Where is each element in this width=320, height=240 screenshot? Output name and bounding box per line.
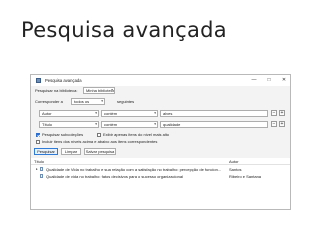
remove-condition-button[interactable]: −	[271, 121, 277, 127]
search-in-label: Pesquisar na biblioteca:	[35, 88, 78, 93]
condition-operator-select[interactable]: contém ▾	[101, 121, 158, 128]
match-label: Corresponder a	[35, 99, 63, 104]
top-level-only-checkbox[interactable]	[97, 133, 101, 137]
condition-field-value: Título	[42, 122, 53, 127]
condition-field-select[interactable]: Título ▾	[39, 121, 99, 128]
add-condition-button[interactable]: +	[279, 110, 285, 116]
row-author: Santos	[229, 167, 242, 172]
condition-operator-value: contém	[104, 122, 118, 127]
match-select-value: todos os	[74, 99, 90, 104]
condition-field-select[interactable]: Autor ▾	[39, 110, 99, 117]
column-author[interactable]: Autor	[229, 159, 239, 164]
condition-operator-select[interactable]: contém ▾	[101, 110, 158, 117]
row-author: Ribeiro e Santana	[229, 174, 262, 179]
title-bar: Pesquisa avançada — □ ✕	[31, 75, 290, 86]
chevron-down-icon: ▾	[154, 122, 156, 126]
chevron-down-icon: ▾	[111, 88, 113, 92]
chevron-down-icon: ▾	[101, 99, 103, 103]
column-title[interactable]: Título	[34, 159, 44, 164]
match-suffix-label: seguintes	[117, 99, 135, 104]
window-controls: — □ ✕	[251, 76, 287, 85]
search-subcollections-checkbox[interactable]	[36, 133, 40, 137]
search-button[interactable]: Pesquisar	[34, 148, 58, 155]
add-condition-button[interactable]: +	[279, 121, 285, 127]
results-header: Título Autor	[31, 158, 290, 165]
search-subcollections-label: Pesquisar subcoleções	[42, 132, 84, 137]
app-icon	[36, 78, 41, 83]
window-title: Pesquisa avançada	[45, 78, 82, 83]
table-row[interactable]: ▸ Qualidade de Vida no trabalho e sua re…	[31, 166, 290, 172]
table-row[interactable]: Qualidade de vida no trabalho: fatos dec…	[31, 173, 290, 179]
slide-title: Pesquisa avançada	[21, 18, 227, 42]
condition-value-input[interactable]: qualidade	[160, 121, 268, 128]
triangle-right-icon[interactable]: ▸	[36, 167, 38, 171]
document-icon	[40, 174, 43, 178]
clear-button[interactable]: Limpar	[61, 148, 81, 155]
save-search-button[interactable]: Salvar pesquisa	[84, 148, 116, 155]
include-parent-child-checkbox[interactable]	[36, 140, 40, 144]
close-button[interactable]: ✕	[281, 76, 287, 85]
document-icon	[40, 167, 43, 171]
search-criteria-panel: Pesquisar na biblioteca: Minha bibliotec…	[31, 86, 290, 158]
chevron-down-icon: ▾	[154, 111, 156, 115]
row-title: Qualidade de vida no trabalho: fatos dec…	[46, 174, 183, 179]
match-select[interactable]: todos os ▾	[71, 98, 105, 105]
advanced-search-window: Pesquisa avançada — □ ✕ Pesquisar na bib…	[30, 74, 291, 210]
library-select[interactable]: Minha biblioteca ▾	[83, 87, 115, 94]
minimize-button[interactable]: —	[251, 76, 257, 85]
include-parent-child-label: Incluir itens dos níveis acima e abaixo …	[42, 139, 158, 144]
maximize-button[interactable]: □	[266, 76, 272, 85]
condition-field-value: Autor	[42, 111, 52, 116]
remove-condition-button[interactable]: −	[271, 110, 277, 116]
top-level-only-label: Exibir apenas itens do nível mais alto	[103, 132, 170, 137]
condition-value-input[interactable]: alves	[160, 110, 268, 117]
condition-operator-value: contém	[104, 111, 118, 116]
chevron-down-icon: ▾	[95, 122, 97, 126]
row-title: Qualidade de Vida no trabalho e sua rela…	[46, 167, 222, 172]
chevron-down-icon: ▾	[95, 111, 97, 115]
